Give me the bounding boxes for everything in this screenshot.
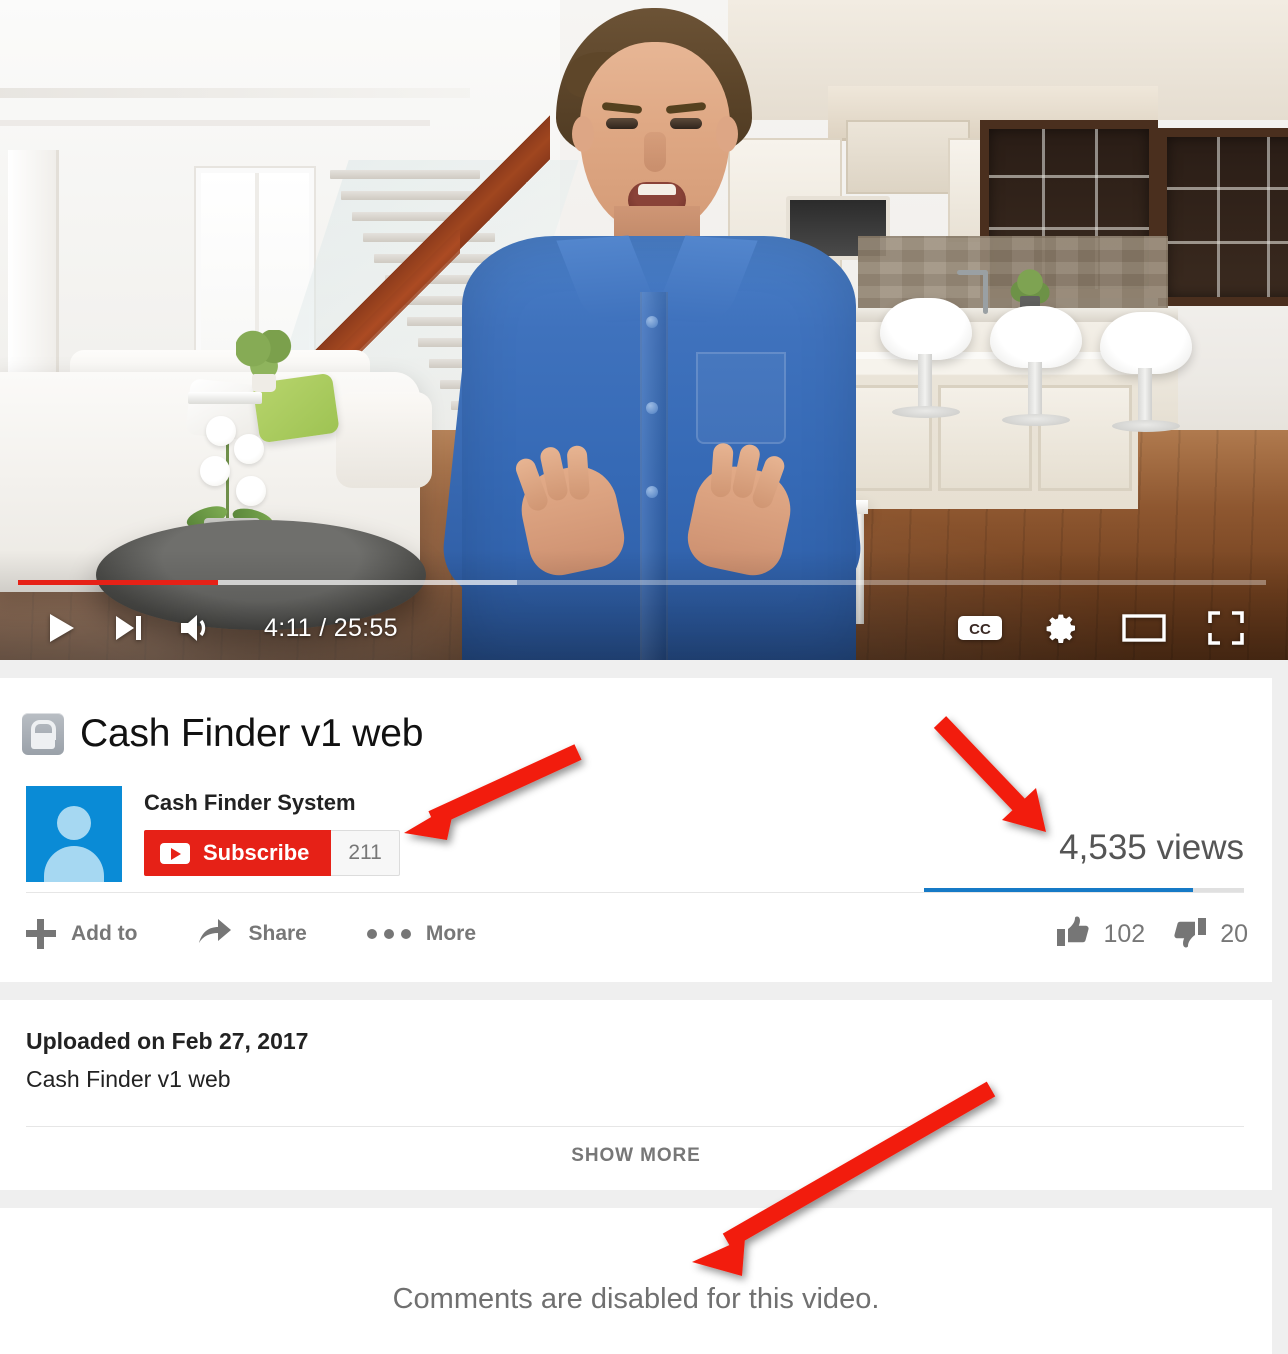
description-panel: Uploaded on Feb 27, 2017 Cash Finder v1 … [0,1000,1272,1191]
dislike-count: 20 [1220,920,1248,948]
add-to-button[interactable]: Add to [26,919,137,949]
settings-gear-icon[interactable] [1044,610,1080,646]
video-frame-image [0,0,1288,660]
theater-mode-icon[interactable] [1122,612,1166,644]
info-divider [26,892,1244,893]
description-text: Cash Finder v1 web [26,1066,231,1092]
three-dots-icon [366,929,411,939]
add-to-label: Add to [71,922,138,945]
youtube-play-icon [160,842,190,864]
channel-name[interactable]: Cash Finder System [144,790,400,816]
rating-row: 102 20 [1056,916,1248,953]
like-count: 102 [1103,920,1146,948]
comments-panel: Comments are disabled for this video. [0,1208,1272,1354]
more-button[interactable]: More [366,922,477,946]
thumbs-up-icon [1056,916,1090,953]
unlisted-lock-icon [22,713,64,755]
title-row: Cash Finder v1 web [22,712,423,756]
subscribe-button-label: Subscribe [203,840,310,865]
subscribe-row: Subscribe 211 [144,830,400,876]
page-right-margin [1272,660,1288,1354]
thumbs-down-icon [1173,916,1207,953]
channel-block: Cash Finder System Subscribe 211 [26,786,400,882]
like-button[interactable]: 102 [1056,916,1145,953]
plus-icon [26,919,56,949]
share-arrow-icon [197,916,233,952]
volume-button[interactable] [178,612,214,644]
section-gap [0,982,1288,1000]
player-controls-bar: 4:11 / 25:55 CC [0,596,1288,660]
section-gap [0,1190,1288,1208]
video-player[interactable]: 4:11 / 25:55 CC [0,0,1288,660]
next-video-button[interactable] [112,613,144,643]
captions-icon[interactable]: CC [958,613,1002,643]
video-info-panel: Cash Finder v1 web Cash Finder System Su… [0,678,1272,983]
share-label: Share [248,922,307,945]
more-label: More [425,922,477,945]
section-gap [0,660,1288,678]
dislike-button[interactable]: 20 [1173,916,1248,953]
subscribe-button[interactable]: Subscribe [144,830,332,876]
time-display: 4:11 / 25:55 [264,613,398,642]
view-count: 4,535 views [1059,828,1244,867]
video-progress-bar[interactable] [18,580,1266,585]
play-button[interactable] [44,611,78,645]
channel-avatar[interactable] [26,786,122,882]
svg-text:CC: CC [969,621,991,638]
progress-played [18,580,218,585]
fullscreen-icon[interactable] [1208,611,1244,645]
youtube-watch-page: 4:11 / 25:55 CC Cash Finder v1 web Cash … [0,0,1288,1354]
share-button[interactable]: Share [197,916,307,952]
upload-date: Uploaded on Feb 27, 2017 [26,1028,309,1054]
description-divider [26,1126,1244,1127]
presenter-figure [396,0,916,660]
action-buttons-row: Add to Share More [26,916,476,952]
subscriber-count[interactable]: 211 [331,830,400,876]
view-count-block: 4,535 views [1059,828,1244,868]
show-more-button[interactable]: SHOW MORE [0,1145,1272,1167]
page-title: Cash Finder v1 web [80,712,424,755]
comments-disabled-message: Comments are disabled for this video. [392,1283,880,1315]
